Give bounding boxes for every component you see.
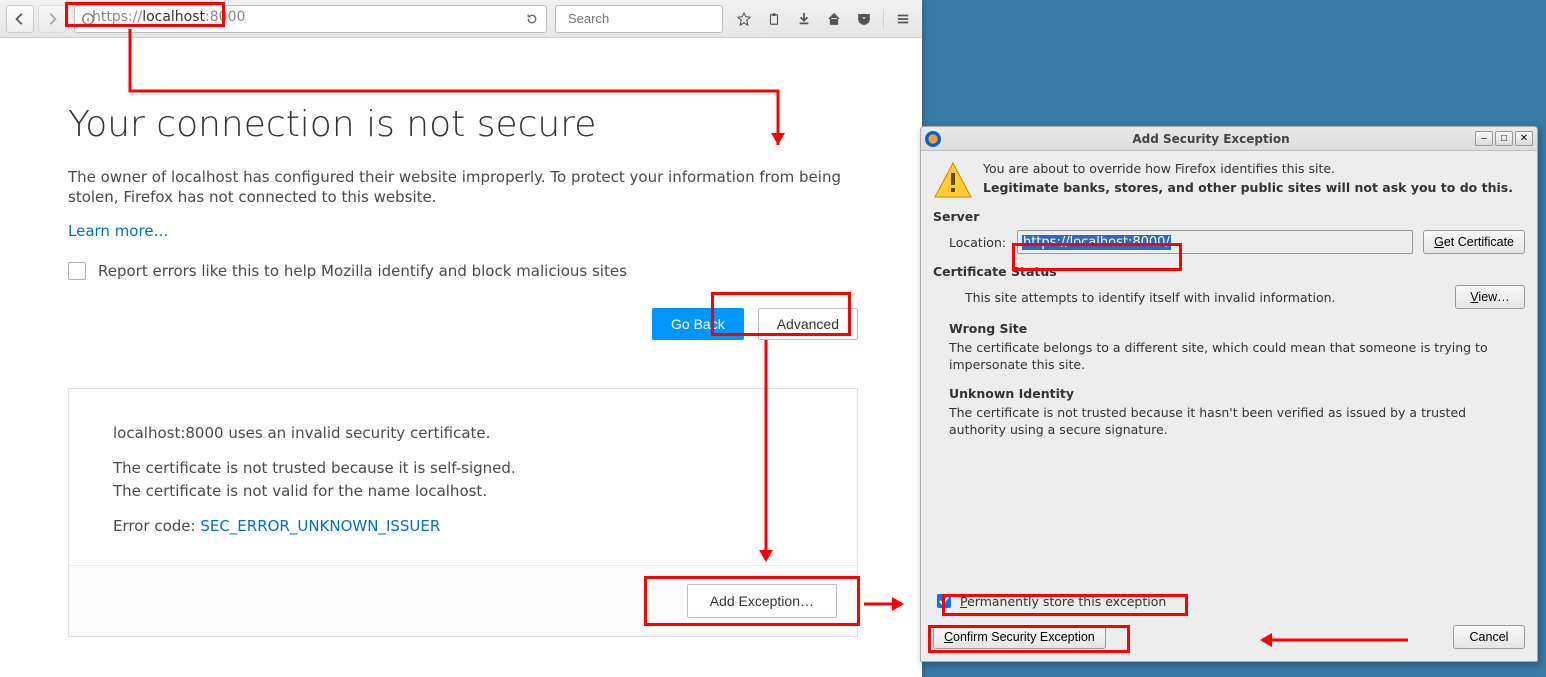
view-button[interactable]: View…	[1455, 285, 1525, 309]
back-button[interactable]	[6, 5, 34, 33]
dialog-bold-warning: Legitimate banks, stores, and other publ…	[983, 180, 1513, 195]
pocket-icon[interactable]	[851, 5, 877, 33]
location-value: https://localhost:8000/	[1022, 235, 1171, 250]
reload-button[interactable]	[520, 7, 544, 31]
unknown-identity-text: The certificate is not trusted because i…	[949, 405, 1525, 439]
wrong-site-heading: Wrong Site	[949, 321, 1525, 336]
back-arrow-icon	[13, 12, 27, 26]
window-minimize-button[interactable]: ‒	[1475, 131, 1493, 146]
go-back-button[interactable]: Go Back	[652, 308, 744, 340]
report-label: Report errors like this to help Mozilla …	[98, 262, 627, 280]
home-icon[interactable]	[821, 5, 847, 33]
adv-line-selfsigned: The certificate is not trusted because i…	[113, 458, 813, 479]
add-exception-button[interactable]: Add Exception…	[687, 584, 837, 618]
window-maximize-button[interactable]: □	[1495, 131, 1513, 146]
firefox-icon	[925, 131, 941, 147]
site-identity-icon[interactable]	[79, 10, 97, 28]
warning-triangle-icon	[933, 161, 973, 199]
cert-status-text: This site attempts to identify itself wi…	[965, 290, 1336, 305]
report-checkbox[interactable]	[68, 262, 86, 280]
clipboard-icon[interactable]	[761, 5, 787, 33]
toolbar-separator	[883, 9, 884, 29]
menu-icon[interactable]	[890, 5, 916, 33]
forward-arrow-icon	[45, 12, 59, 26]
confirm-security-exception-button[interactable]: Confirm Security Exception	[933, 625, 1106, 649]
learn-more-link[interactable]: Learn more…	[68, 222, 169, 240]
firefox-window: https://localhost:8000 Your connection i…	[0, 0, 922, 677]
security-exception-dialog: Add Security Exception ‒ □ ✕ You are abo…	[920, 126, 1538, 662]
server-heading: Server	[933, 209, 1525, 224]
advanced-panel: localhost:8000 uses an invalid security …	[68, 388, 858, 637]
warning-paragraph: The owner of localhost has configured th…	[68, 167, 854, 208]
search-input[interactable]	[566, 10, 746, 27]
wrong-site-text: The certificate belongs to a different s…	[949, 340, 1525, 374]
url-input[interactable]	[99, 9, 518, 29]
advanced-button[interactable]: Advanced	[758, 308, 858, 340]
page-title: Your connection is not secure	[68, 104, 854, 145]
get-cert-rest: et Certificate	[1444, 235, 1514, 249]
error-code-label: Error code:	[113, 517, 200, 535]
url-bar[interactable]	[74, 5, 547, 33]
search-bar[interactable]	[555, 5, 723, 33]
cert-status-heading: Certificate Status	[933, 264, 1525, 279]
page-content: Your connection is not secure The owner …	[4, 38, 918, 677]
adv-line-nameinvalid: The certificate is not valid for the nam…	[113, 481, 813, 502]
bookmark-star-icon[interactable]	[731, 5, 757, 33]
window-close-button[interactable]: ✕	[1515, 131, 1533, 146]
unknown-identity-heading: Unknown Identity	[949, 386, 1525, 401]
adv-line-cert: localhost:8000 uses an invalid security …	[113, 423, 813, 444]
dialog-intro: You are about to override how Firefox id…	[983, 161, 1513, 176]
permanently-store-label: PPermanently store this exceptionermanen…	[960, 594, 1166, 609]
location-label: Location:	[949, 235, 1007, 250]
cancel-button[interactable]: Cancel	[1453, 625, 1525, 649]
browser-toolbar: https://localhost:8000	[0, 0, 922, 38]
get-certificate-button[interactable]: Get Certificate	[1423, 230, 1525, 254]
downloads-icon[interactable]	[791, 5, 817, 33]
dialog-title: Add Security Exception	[947, 132, 1475, 146]
error-code-link[interactable]: SEC_ERROR_UNKNOWN_ISSUER	[200, 517, 440, 535]
location-input[interactable]: https://localhost:8000/	[1017, 230, 1413, 254]
permanently-store-checkbox[interactable]	[937, 594, 951, 608]
dialog-titlebar[interactable]: Add Security Exception ‒ □ ✕	[921, 127, 1537, 151]
forward-button[interactable]	[38, 5, 66, 33]
